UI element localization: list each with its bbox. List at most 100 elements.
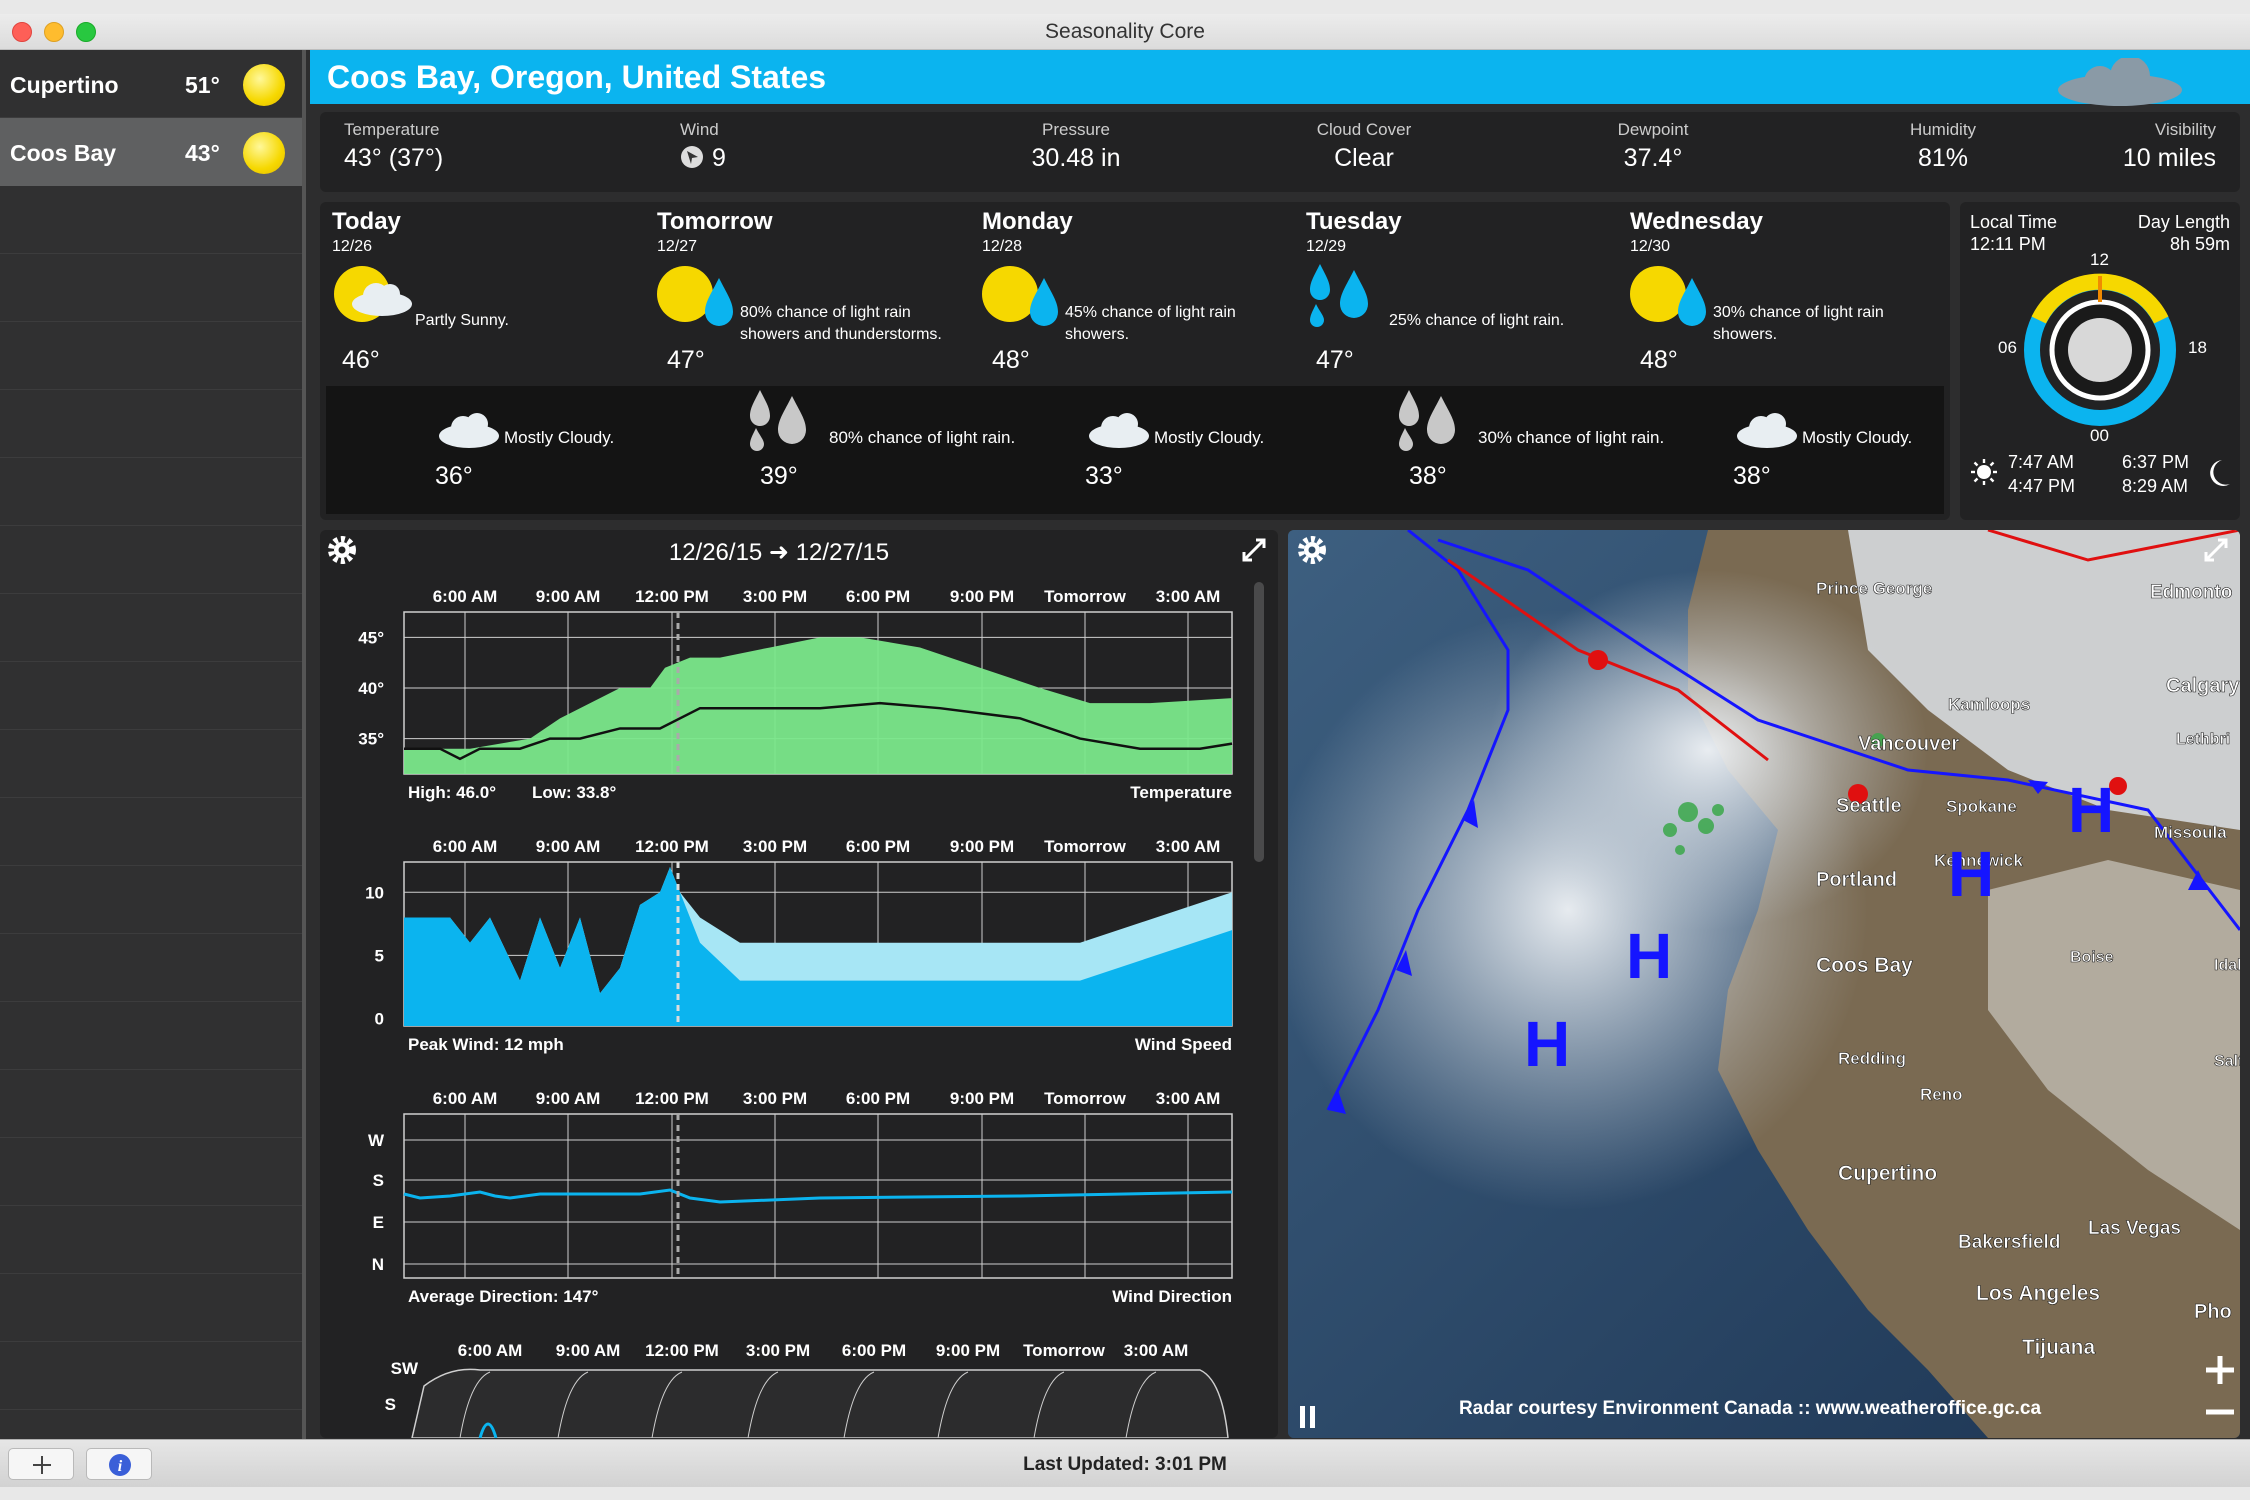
temperature-time-label: 6:00 AM: [433, 587, 498, 606]
peak-wind: Peak Wind: 12 mph: [408, 1035, 564, 1054]
forecast-night-wednesday[interactable]: Mostly Cloudy. 38°: [1618, 390, 1943, 515]
graphs-canvas: 12/26/15 ➜ 12/27/15 6:00 AM 9:00 AM 12:00 …: [328, 536, 1266, 1438]
sidebar-empty-row: [0, 594, 302, 662]
wind-speed-time-label: 12:00 PM: [635, 837, 709, 856]
forecast-night-today[interactable]: Mostly Cloudy. 36°: [320, 390, 645, 515]
forecast-day-tomorrow[interactable]: Tomorrow 12/27 80% chance of light rain …: [645, 202, 970, 382]
swell-plot-frame: [411, 1368, 1229, 1438]
high-pressure-label: H: [2068, 774, 2114, 846]
dial-label-12: 12: [2090, 250, 2109, 269]
condition-wind: Wind 9: [680, 120, 726, 173]
forecast-night-monday[interactable]: Mostly Cloudy. 33°: [970, 390, 1295, 515]
radar-credit: Radar courtesy Environment Canada :: www…: [1459, 1398, 2042, 1419]
wind-direction-time-label: 3:00 AM: [1156, 1089, 1221, 1108]
map-city-label: Prince George: [1816, 579, 1932, 598]
wind-direction-y-tick: W: [368, 1131, 385, 1150]
day-name: Wednesday: [1630, 208, 1763, 235]
condition-temperature: Temperature 43° (37°): [344, 120, 443, 173]
radar-map[interactable]: Prince George Edmonto Calgary Kamloops Lethb…: [1288, 530, 2240, 1438]
last-updated: Last Updated: 3:01 PM: [1023, 1454, 1227, 1475]
wind-speed-time-label: 6:00 AM: [433, 837, 498, 856]
map-city-label: Vancouver: [1858, 733, 1959, 755]
sidebar-empty-row: [0, 254, 302, 322]
map-city-label: Tijuana: [2022, 1336, 2095, 1359]
forecast-night-tuesday[interactable]: 30% chance of light rain. 38°: [1294, 390, 1664, 515]
local-time-value: 12:11 PM: [1970, 234, 2046, 254]
temperature-y-tick: 40°: [358, 679, 384, 698]
forecast-day-monday[interactable]: Monday 12/28 45% chance of light rain sh…: [970, 202, 1295, 382]
condition-label: Visibility: [2154, 120, 2216, 139]
night-low: 38°: [1733, 462, 1771, 490]
day-length-label: Day Length: [2137, 212, 2230, 232]
forecast-day-wednesday[interactable]: Wednesday 12/30 30% chance of light rain…: [1618, 202, 1943, 382]
status-bar: i Last Updated: 3:01 PM: [0, 1439, 2250, 1487]
moon-cloud-icon: [1071, 394, 1149, 454]
title-bar: Seasonality Core: [0, 14, 2250, 50]
sidebar-location-cupertino[interactable]: Cupertino 51°: [0, 50, 302, 118]
gear-icon[interactable]: [328, 536, 356, 564]
wind-direction-y-tick: S: [373, 1171, 384, 1190]
day-high: 46°: [342, 346, 380, 374]
sidebar-location-coos-bay[interactable]: Coos Bay 43°: [0, 118, 302, 186]
date-range: 12/26/15 ➜ 12/27/15: [669, 539, 889, 566]
map-city-label: Idal: [2214, 957, 2240, 974]
sidebar-empty-row: [0, 1002, 302, 1070]
temperature-y-tick: 45°: [358, 628, 384, 647]
sidebar-empty-row: [0, 934, 302, 1002]
map-city-label: Lethbri: [2176, 731, 2230, 748]
sidebar-empty-row: [0, 526, 302, 594]
location-header: Coos Bay, Oregon, United States: [310, 50, 2250, 106]
cloud-icon: [2058, 58, 2182, 106]
day-night-dial: [2024, 273, 2176, 426]
wind-speed-time-label: Tomorrow: [1044, 837, 1127, 856]
temperature-time-label: 6:00 PM: [846, 587, 910, 606]
sidebar-empty-row: [0, 1138, 302, 1206]
sidebar-empty-row: [0, 798, 302, 866]
location-temp: 51°: [185, 72, 220, 98]
wind-speed-time-label: 6:00 PM: [846, 837, 910, 856]
night-low: 39°: [760, 462, 798, 490]
condition-dewpoint: Dewpoint 37.4°: [1533, 120, 1773, 173]
sun-rain-icon: [657, 266, 733, 326]
map-city-label: Bakersfield: [1958, 1232, 2060, 1253]
wind-direction-time-label: 9:00 AM: [536, 1089, 601, 1108]
temperature-time-label: 3:00 AM: [1156, 587, 1221, 606]
local-time-label: Local Time: [1970, 212, 2058, 232]
temperature-time-label: 9:00 AM: [536, 587, 601, 606]
forecast-day-today[interactable]: Today 12/26 Partly Sunny. 46°: [320, 202, 645, 382]
swell-y-tick: SW: [391, 1359, 419, 1378]
condition-value: 30.48 in: [1031, 144, 1121, 172]
map-city-label: Edmonto: [2150, 582, 2232, 603]
wind-speed-time-label: 9:00 PM: [950, 837, 1014, 856]
condition-value: 37.4°: [1623, 144, 1683, 172]
sidebar-empty-row: [0, 458, 302, 526]
wind-direction-icon: [681, 146, 703, 168]
expand-icon[interactable]: [1242, 538, 1266, 562]
sidebar-empty-row: [0, 730, 302, 798]
day-name: Tomorrow: [657, 208, 773, 235]
forecast-day-tuesday[interactable]: Tuesday 12/29 25% chance of light rain. …: [1294, 202, 1619, 382]
map-city-label: Salt: [2214, 1053, 2240, 1070]
swell-time-label: 6:00 AM: [458, 1341, 523, 1360]
forecast-night-tomorrow[interactable]: 80% chance of light rain. 39°: [645, 390, 1015, 515]
graphs-scrollbar[interactable]: [1254, 582, 1264, 862]
wind-speed-y-tick: 0: [375, 1009, 384, 1028]
temperature-time-label: 3:00 PM: [743, 587, 807, 606]
moonrise-time: 6:37 PM: [2122, 452, 2190, 472]
condition-humidity: Humidity 81%: [1823, 120, 2063, 173]
wind-speed-time-label: 9:00 AM: [536, 837, 601, 856]
map-city-label: Coos Bay: [1816, 954, 1913, 977]
sidebar-empty-row: [0, 1070, 302, 1138]
night-low: 33°: [1085, 462, 1123, 490]
day-summary: 80% chance of light rain showers and thu…: [740, 304, 942, 343]
day-summary: 45% chance of light rain showers.: [1065, 304, 1236, 343]
condition-cloud-cover: Cloud Cover Clear: [1244, 120, 1484, 173]
wind-direction-time-label: 12:00 PM: [635, 1089, 709, 1108]
wind-direction-time-label: 6:00 PM: [846, 1089, 910, 1108]
night-summary: Mostly Cloudy.: [1802, 428, 1913, 447]
condition-label: Cloud Cover: [1316, 120, 1412, 139]
wind-speed-y-tick: 10: [365, 883, 384, 902]
sun-clock-panel: Local Time 12:11 PM Day Length 8h 59m 12…: [1960, 202, 2240, 520]
map-city-label: Missoula: [2154, 823, 2227, 842]
wind-direction-y-tick: E: [373, 1213, 384, 1232]
